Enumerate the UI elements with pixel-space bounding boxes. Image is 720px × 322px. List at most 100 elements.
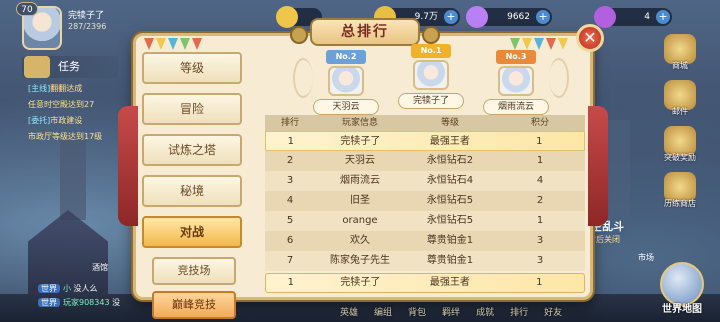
laurel-decoration (293, 58, 313, 98)
column-header: 积分 (530, 118, 549, 128)
my-rank-row[interactable]: 1 完犊子了 最强王者 1 (265, 273, 585, 293)
lightning-icon (276, 6, 298, 28)
mail-button[interactable]: 邮件 (652, 80, 708, 120)
table-row[interactable]: 6 欢久 尊贵铂金1 3 (265, 231, 585, 251)
bottom-nav-bond[interactable]: 羁绊 (442, 305, 460, 318)
add-diamond-button[interactable]: + (536, 10, 550, 24)
menu-item-trial-tower[interactable]: 试炼之塔 (142, 134, 242, 166)
table-cell: 5 (286, 215, 294, 226)
podium-rank-3[interactable]: No.3 烟雨流云 (481, 50, 551, 115)
gear-icon (290, 26, 308, 44)
task-scroll-icon (24, 56, 50, 78)
bottom-nav: 英雄 编组 背包 羁绊 成就 排行 好友 (340, 305, 562, 318)
table-cell: 永恒钻石5 (426, 195, 474, 206)
podium-name: 烟雨流云 (483, 99, 549, 115)
ranking-table: 排行 玩家信息 等级 积分 1 完犊子了 最强王者 1 2 天羽云 永恒钻石2 1 3 烟雨流云永… (265, 115, 585, 271)
bottom-nav-bag[interactable]: 背包 (408, 305, 426, 318)
task-line[interactable]: [委托]市政建设 (22, 115, 118, 126)
table-row[interactable]: 5 orange 永恒钻石5 1 (265, 211, 585, 231)
submenu-item-peak-arena[interactable]: 巅峰竞技 (152, 291, 236, 319)
podium: No.2 天羽云 No.1 完犊子了 No.3 烟雨流云 (271, 44, 591, 115)
menu-item-secret-realm[interactable]: 秘境 (142, 175, 242, 207)
table-cell: 7 (286, 255, 294, 266)
ranking-dialog: 总排行 ✕ 等级 冒险 试炼之塔 秘境 对战 竞技场 巅峰竞技 No.2 天羽云… (118, 18, 608, 319)
crystal-icon (594, 6, 616, 28)
podium-name: 天羽云 (313, 99, 379, 115)
podium-name: 完犊子了 (398, 93, 464, 109)
table-cell: 2 (286, 155, 294, 166)
table-cell: 天羽云 (345, 155, 375, 166)
table-row[interactable]: 1 完犊子了 最强王者 1 (265, 131, 585, 151)
bottom-nav-friends[interactable]: 好友 (544, 305, 562, 318)
column-header: 排行 (280, 118, 299, 128)
table-cell: 4 (536, 175, 544, 186)
table-cell: 3 (536, 235, 544, 246)
table-cell: 尊贵铂金1 (426, 235, 474, 246)
player-exp: 287/2396 (68, 22, 107, 31)
task-line[interactable]: 任意时空殿达到27 (22, 99, 118, 110)
add-gold-button[interactable]: + (444, 10, 458, 24)
bottom-nav-ranking[interactable]: 排行 (510, 305, 528, 318)
training-shop-button[interactable]: 历练商店 (652, 172, 708, 212)
column-header: 玩家信息 (341, 118, 378, 128)
table-cell: 欢久 (350, 235, 370, 246)
menu-item-battle[interactable]: 对战 (142, 216, 242, 248)
bottom-nav-hero[interactable]: 英雄 (340, 305, 358, 318)
table-cell: 永恒钻石2 (426, 155, 474, 166)
category-menu: 等级 冒险 试炼之塔 秘境 对战 竞技场 巅峰竞技 (142, 52, 248, 322)
table-cell: 3 (286, 175, 294, 186)
table-row[interactable]: 2 天羽云 永恒钻石2 1 (265, 151, 585, 171)
bottom-nav-team[interactable]: 编组 (374, 305, 392, 318)
table-cell: orange (342, 215, 378, 226)
table-cell: 1 (287, 136, 295, 147)
dialog-ribbon-right (588, 106, 608, 226)
player-card[interactable]: 70 完犊子了 287/2396 (16, 2, 132, 50)
task-line[interactable]: 市政厅等级达到17级 (22, 131, 118, 142)
dialog-ribbon-left (118, 106, 138, 226)
table-cell: 烟雨流云 (340, 175, 380, 186)
table-body: 1 完犊子了 最强王者 1 2 天羽云 永恒钻石2 1 3 烟雨流云 永恒钻石4 4 4 旧圣 永恒钻石5 2… (265, 131, 585, 271)
crown-icon: No.1 (411, 44, 451, 58)
podium-rank-2[interactable]: No.2 天羽云 (311, 50, 381, 115)
chat-line: 世界 玩家908343 没 (38, 297, 138, 308)
table-cell: 4 (286, 195, 294, 206)
table-cell: 最强王者 (429, 136, 470, 147)
task-panel[interactable]: 任务 [主线]翻翻达成 任意时空殿达到27 [委托]市政建设 市政厅等级达到17… (22, 56, 118, 146)
table-cell: 1 (536, 215, 544, 226)
level-badge: 70 (16, 2, 38, 16)
table-header: 排行 玩家信息 等级 积分 (265, 115, 585, 131)
submenu-item-arena[interactable]: 竞技场 (152, 257, 236, 285)
table-cell: 永恒钻石5 (426, 215, 474, 226)
world-map-button[interactable]: 世界地图 (652, 262, 712, 320)
player-portrait (328, 66, 364, 96)
player-portrait (413, 60, 449, 90)
table-cell: 尊贵铂金1 (426, 255, 474, 266)
table-row[interactable]: 7 陈家兔子先生 尊贵铂金1 3 (265, 251, 585, 271)
table-cell: 1 (536, 136, 543, 147)
column-header: 等级 (440, 118, 459, 128)
player-name: 完犊子了 (68, 11, 105, 21)
table-cell: 旧圣 (350, 195, 370, 206)
right-nav: 商城 邮件 突破奖励 历练商店 (652, 34, 712, 218)
add-crystal-button[interactable]: + (656, 10, 670, 24)
task-line[interactable]: [主线]翻翻达成 (22, 83, 118, 94)
crown-icon: No.3 (496, 50, 536, 64)
table-row[interactable]: 3 烟雨流云 永恒钻石4 4 (265, 171, 585, 191)
menu-item-adventure[interactable]: 冒险 (142, 93, 242, 125)
table-cell: 3 (536, 255, 544, 266)
table-row[interactable]: 4 旧圣 永恒钻石5 2 (265, 191, 585, 211)
bottom-nav-achievement[interactable]: 成就 (476, 305, 494, 318)
table-cell: 1 (536, 155, 544, 166)
table-cell: 陈家兔子先生 (330, 255, 390, 266)
player-portrait (498, 66, 534, 96)
breakthrough-reward-button[interactable]: 突破奖励 (652, 126, 708, 166)
dialog-title: 总排行 (310, 18, 420, 46)
tavern-label[interactable]: 酒馆 (92, 262, 108, 273)
podium-rank-1[interactable]: No.1 完犊子了 (396, 44, 466, 109)
chat-line: 世界小 没人么 (38, 283, 138, 294)
chat-panel[interactable]: 世界小 没人么 世界 玩家908343 没 (38, 283, 138, 311)
diamond-currency: 9662 + (466, 6, 552, 28)
shop-button[interactable]: 商城 (652, 34, 708, 74)
menu-item-level[interactable]: 等级 (142, 52, 242, 84)
table-cell: 2 (536, 195, 544, 206)
